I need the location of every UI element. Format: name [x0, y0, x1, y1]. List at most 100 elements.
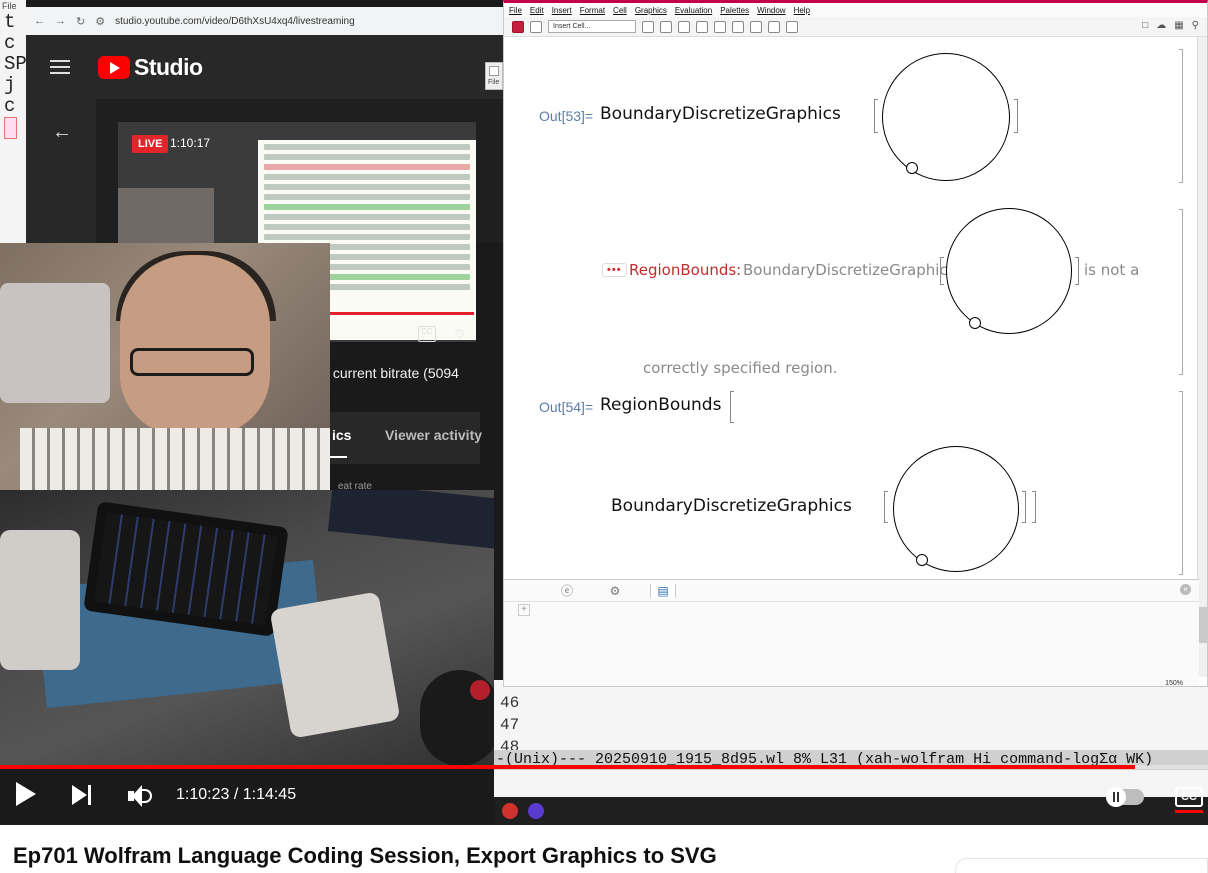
assistant-panel: ⓔ ⚙ ▤ × + 150%: [504, 579, 1199, 686]
studio-side-panel: ←: [26, 99, 96, 243]
toolbar-btn[interactable]: [678, 20, 690, 33]
add-cell-button[interactable]: +: [518, 604, 530, 616]
evaluate-icon[interactable]: [512, 20, 524, 33]
cloud-icon[interactable]: ☁: [1156, 20, 1166, 31]
bracket-left: [884, 491, 888, 523]
video-player[interactable]: File t c SP j c ← → ↻ ⚙ studio.youtube.c…: [0, 0, 1208, 825]
bracket-right: [1032, 491, 1036, 523]
live-duration: 1:10:17: [170, 136, 211, 150]
out53-expr: BoundaryDiscretizeGraphics: [600, 104, 841, 124]
text-char: j: [4, 74, 16, 96]
scroll-thumb[interactable]: [1199, 607, 1207, 643]
toolbar-right-icons: □ ☁ ▦ ⚲: [1142, 20, 1199, 31]
cell-bracket[interactable]: [1179, 49, 1183, 183]
toolbar-btn[interactable]: [642, 20, 654, 33]
out54-label: Out[54]=: [539, 399, 594, 415]
chat-icon[interactable]: □: [1142, 20, 1148, 31]
reload-icon[interactable]: ↻: [76, 15, 85, 28]
pause-icon: [1106, 787, 1126, 807]
volume-icon[interactable]: [128, 785, 154, 807]
abort-icon[interactable]: [530, 20, 542, 33]
toolbar-btn[interactable]: [786, 20, 798, 33]
captions-button[interactable]: CC: [1175, 787, 1203, 807]
chat-tab-icon[interactable]: ▤: [650, 583, 676, 598]
toolbar-btn[interactable]: [660, 20, 672, 33]
menu-insert[interactable]: Insert: [552, 6, 572, 15]
cursor-box: [4, 117, 17, 139]
notebook-content[interactable]: Out[53]= BoundaryDiscretizeGraphics ••• …: [504, 37, 1207, 577]
menu-bar: File Edit Insert Format Cell Graphics Ev…: [504, 3, 1207, 17]
tab-active-indicator: [330, 456, 347, 458]
text-char: c: [4, 95, 16, 117]
webcam-desk-feed: [0, 490, 494, 766]
app-icon[interactable]: [502, 803, 518, 819]
tab-analytics[interactable]: ics: [332, 427, 351, 443]
menu-cell[interactable]: Cell: [613, 6, 627, 15]
menu-evaluation[interactable]: Evaluation: [675, 6, 712, 15]
line-number: 47: [500, 716, 520, 734]
toolbar-btn[interactable]: [696, 20, 708, 33]
url-text[interactable]: studio.youtube.com/video/D6thXsU4xq4/liv…: [115, 16, 355, 27]
captions-icon[interactable]: CC: [418, 326, 436, 342]
toolbar-btn[interactable]: [714, 20, 726, 33]
autoplay-toggle[interactable]: [1106, 787, 1144, 807]
bracket-left: [940, 257, 944, 285]
cell-style-select[interactable]: Insert Cell...: [548, 20, 636, 33]
forward-nav-icon[interactable]: →: [55, 15, 66, 27]
mathematica-notebook-window: File Edit Insert Format Cell Graphics Ev…: [503, 0, 1208, 687]
menu-palettes[interactable]: Palettes: [720, 6, 749, 15]
text-char: SP: [4, 53, 27, 75]
live-badge: LIVE: [132, 135, 169, 153]
notebook-toolbar: Insert Cell... □ ☁ ▦ ⚲: [504, 17, 1207, 37]
studio-header: Studio: [26, 35, 504, 99]
back-nav-icon[interactable]: ←: [34, 15, 45, 27]
cell-bracket[interactable]: [1179, 391, 1183, 575]
menu-format[interactable]: Format: [580, 6, 605, 15]
text-char: t: [4, 11, 16, 33]
layout-icon[interactable]: ▦: [1174, 20, 1183, 31]
history-icon[interactable]: ⓔ: [554, 582, 580, 599]
search-icon[interactable]: ⚲: [1192, 20, 1199, 31]
menu-graphics[interactable]: Graphics: [635, 6, 667, 15]
video-title: Ep701 Wolfram Language Coding Session, E…: [13, 843, 717, 868]
bitrate-text: s current bitrate (5094: [322, 365, 459, 381]
emacs-window: 46 47 48 -(Unix)--- 20250910_1915_8d95.w…: [494, 680, 1208, 825]
point-marker: [906, 162, 918, 174]
menu-help[interactable]: Help: [794, 6, 810, 15]
app-icon[interactable]: [528, 803, 544, 819]
menu-edit[interactable]: Edit: [530, 6, 544, 15]
assistant-toolbar: ⓔ ⚙ ▤: [504, 580, 1199, 602]
bracket-left: [874, 99, 878, 133]
toolbar-btn[interactable]: [768, 20, 780, 33]
text-char: c: [4, 32, 16, 54]
menu-icon[interactable]: [50, 60, 70, 74]
peek-file-label: File: [488, 79, 500, 86]
point-marker: [916, 554, 928, 566]
bracket-right: [1075, 257, 1079, 285]
screen: File t c SP j c ← → ↻ ⚙ studio.youtube.c…: [0, 0, 1208, 873]
back-arrow-icon[interactable]: ←: [52, 121, 72, 144]
studio-logo[interactable]: Studio: [98, 54, 203, 81]
toolbar-btn[interactable]: [732, 20, 744, 33]
message-dots-button[interactable]: •••: [602, 263, 627, 277]
youtube-play-logo-icon: [98, 55, 130, 79]
settings-icon[interactable]: ⚙: [602, 584, 628, 598]
settings-gear-icon[interactable]: ⚙: [454, 326, 466, 342]
menu-window[interactable]: Window: [757, 6, 785, 15]
next-icon[interactable]: [72, 785, 94, 805]
bracket-right: [1014, 99, 1018, 133]
tab-viewer-activity[interactable]: Viewer activity: [385, 427, 482, 443]
point-marker: [969, 317, 981, 329]
zoom-level[interactable]: 150%: [1165, 680, 1183, 686]
side-panel-edge: [955, 858, 1208, 873]
preview-controls: CC ⚙: [418, 326, 465, 342]
menu-file[interactable]: File: [509, 6, 522, 15]
cell-bracket[interactable]: [1179, 209, 1183, 375]
studio-wordmark: Studio: [134, 53, 203, 80]
circle-graphic: [946, 208, 1072, 334]
close-icon[interactable]: ×: [1180, 584, 1191, 595]
site-info-icon[interactable]: ⚙: [95, 15, 105, 28]
toolbar-btn[interactable]: [750, 20, 762, 33]
webcam-face-feed: [0, 243, 330, 491]
play-icon[interactable]: [16, 782, 36, 806]
